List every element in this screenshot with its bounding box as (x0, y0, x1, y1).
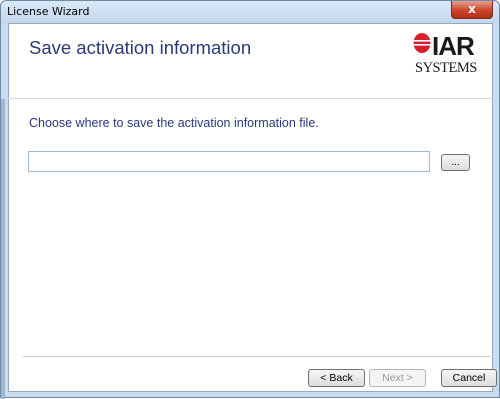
iar-systems-logo: IAR SYSTEMS (413, 32, 485, 88)
back-button[interactable]: < Back (308, 369, 365, 387)
close-button[interactable]: x (451, 1, 493, 19)
window-title: License Wizard (7, 5, 90, 18)
next-button[interactable]: Next > (369, 369, 426, 387)
window-left-edge (1, 99, 5, 399)
file-path-input[interactable] (28, 151, 430, 172)
cancel-button[interactable]: Cancel (441, 369, 497, 387)
footer-divider (23, 356, 490, 357)
header-divider (8, 98, 491, 99)
logo-text-systems: SYSTEMS (415, 60, 477, 76)
page-title: Save activation information (29, 37, 252, 58)
iar-logo-mark-icon (413, 33, 431, 53)
title-bar[interactable]: License Wizard x (1, 1, 499, 23)
browse-button[interactable]: ... (441, 154, 470, 171)
close-icon: x (468, 2, 476, 16)
logo-text-iar: IAR (432, 31, 475, 61)
instruction-text: Choose where to save the activation info… (29, 116, 319, 130)
